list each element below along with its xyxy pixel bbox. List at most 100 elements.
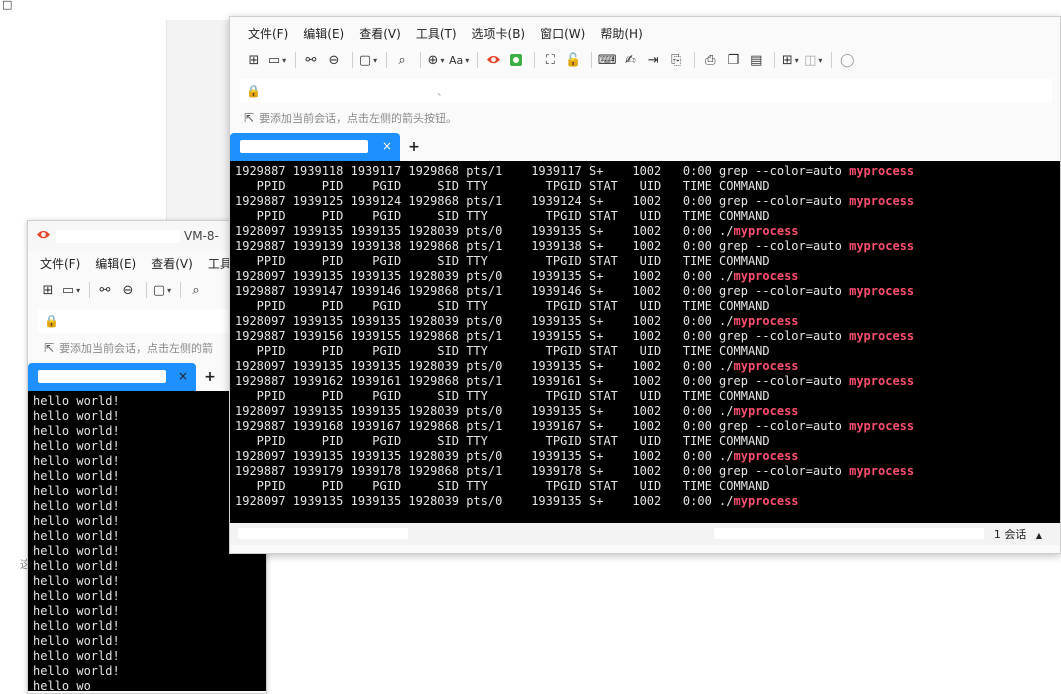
log-icon[interactable]: ⎙ <box>700 49 720 71</box>
new-tab-button[interactable]: + <box>196 363 224 391</box>
chevron-up-icon[interactable]: ▲ <box>1036 531 1042 540</box>
terminal-line: hello world! <box>33 499 120 513</box>
terminal-line: hello world! <box>33 604 120 618</box>
terminal-line: 1929887 1939139 1939138 1929868 pts/1 19… <box>235 239 1055 254</box>
menu-edit[interactable]: 编辑(E) <box>303 25 344 42</box>
terminal-highlight: myprocess <box>849 164 915 178</box>
unlink-icon[interactable]: ⊖ <box>324 49 344 71</box>
compose-icon[interactable]: ✍ <box>620 49 640 71</box>
terminal-line: hello world! <box>33 559 120 573</box>
terminal-line-text: 1929887 1939156 1939155 1929868 pts/1 19… <box>235 329 850 343</box>
menubar: 文件(F) 编辑(E) 查看(V) 工具(T) 选项卡(B) 窗口(W) 帮助(… <box>230 21 1060 45</box>
menu-help[interactable]: 帮助(H) <box>600 25 642 42</box>
terminal-highlight: myprocess <box>849 284 915 298</box>
toolbar-divider <box>146 282 147 298</box>
terminal-highlight: myprocess <box>733 494 799 508</box>
terminal-line: 1929887 1939156 1939155 1929868 pts/1 19… <box>235 329 1055 344</box>
menu-window[interactable]: 窗口(W) <box>540 25 585 42</box>
globe-icon[interactable]: ⊕ ▾ <box>426 49 446 71</box>
terminal-line-text: 1928097 1939135 1939135 1928039 pts/0 19… <box>235 449 734 463</box>
menu-tools[interactable]: 工具(T) <box>416 25 457 42</box>
address-bar[interactable]: 🔒 、 <box>240 79 1052 103</box>
add-session-arrow-icon[interactable]: ⇱ <box>244 111 254 125</box>
add-session-arrow-icon[interactable]: ⇱ <box>44 341 54 355</box>
terminal-line: 1928097 1939135 1939135 1928039 pts/0 19… <box>235 359 1055 374</box>
terminal-line: 1928097 1939135 1939135 1928039 pts/0 19… <box>235 224 1055 239</box>
tab-bar: × + <box>230 133 1060 161</box>
note-icon[interactable]: ▤ <box>746 49 766 71</box>
new-session-icon[interactable]: ⊞ <box>244 49 264 71</box>
hint-bar: ⇱ 要添加当前会话，点击左侧的箭头按钮。 <box>230 103 1060 133</box>
terminal-highlight: myprocess <box>733 359 799 373</box>
terminal-line-text: PPID PID PGID SID TTY TPGID STAT UID TIM… <box>235 299 770 313</box>
menu-edit[interactable]: 编辑(E) <box>95 255 136 272</box>
terminal-line: 1929887 1939179 1939178 1929868 pts/1 19… <box>235 464 1055 479</box>
terminal-highlight: myprocess <box>849 194 915 208</box>
terminal-output[interactable]: 1929887 1939118 1939117 1929868 pts/1 19… <box>230 161 1060 523</box>
session-tab[interactable]: × <box>230 133 400 161</box>
xshell-logo-icon <box>37 230 50 239</box>
terminal-line-text: 1928097 1939135 1939135 1928039 pts/0 19… <box>235 314 734 328</box>
search-icon[interactable]: ⌕ <box>392 49 412 71</box>
open-folder-icon[interactable]: ▭ ▾ <box>267 49 287 71</box>
desktop-background <box>166 20 230 220</box>
unlink-icon[interactable]: ⊖ <box>118 279 138 301</box>
session-manager-icon[interactable]: ▢ ▾ <box>152 279 172 301</box>
toolbar-divider <box>774 52 776 68</box>
address-bar[interactable]: 🔒 <box>38 309 258 333</box>
open-folder-icon[interactable]: ▭ ▾ <box>61 279 81 301</box>
add-pane-icon[interactable]: ⊞ ▾ <box>780 49 800 71</box>
terminal-line: hello world! <box>33 574 120 588</box>
new-session-icon[interactable]: ⊞ <box>38 279 58 301</box>
toolbar-divider <box>694 52 696 68</box>
layout-icon[interactable]: ◫ ▾ <box>803 49 823 71</box>
toolbar-divider <box>352 52 353 68</box>
terminal-line: hello world! <box>33 394 120 408</box>
close-icon[interactable]: × <box>382 139 392 153</box>
hint-text: 要添加当前会话，点击左侧的箭 <box>59 342 214 355</box>
keyboard-icon[interactable]: ⌨ <box>597 49 617 71</box>
send-icon[interactable]: ⇥ <box>643 49 663 71</box>
terminal-line: 1929887 1939147 1939146 1929868 pts/1 19… <box>235 284 1055 299</box>
close-icon[interactable]: × <box>178 369 188 383</box>
link-icon[interactable]: ⚯ <box>301 49 321 71</box>
menu-view[interactable]: 查看(V) <box>151 255 193 272</box>
menu-file[interactable]: 文件(F) <box>248 25 288 42</box>
new-tab-button[interactable]: + <box>400 133 428 161</box>
terminal-highlight: myprocess <box>733 269 799 283</box>
font-icon[interactable]: Aa ▾ <box>449 49 469 71</box>
window-title: VM-8- <box>184 229 219 243</box>
session-tab[interactable]: × <box>28 363 196 391</box>
script-icon[interactable]: ⎘ <box>666 49 686 71</box>
terminal-line-text: PPID PID PGID SID TTY TPGID STAT UID TIM… <box>235 479 770 493</box>
terminal-line: PPID PID PGID SID TTY TPGID STAT UID TIM… <box>235 209 1055 224</box>
terminal-line: PPID PID PGID SID TTY TPGID STAT UID TIM… <box>235 344 1055 359</box>
lock-icon[interactable]: 🔓 <box>563 49 583 71</box>
toolbar-divider <box>477 52 479 68</box>
menu-view[interactable]: 查看(V) <box>359 25 401 42</box>
copy-icon[interactable]: ❐ <box>723 49 743 71</box>
toolbar-divider <box>89 282 90 298</box>
terminal-line: 1929887 1939168 1939167 1929868 pts/1 19… <box>235 419 1055 434</box>
terminal-highlight: myprocess <box>733 449 799 463</box>
link-icon[interactable]: ⚯ <box>95 279 115 301</box>
session-manager-icon[interactable]: ▢ ▾ <box>358 49 378 71</box>
terminal-line: hello world! <box>33 439 120 453</box>
terminal-line: hello wo <box>33 679 91 691</box>
toolbar-divider <box>591 52 593 68</box>
terminal-line: 1928097 1939135 1939135 1928039 pts/0 19… <box>235 404 1055 419</box>
terminal-highlight: myprocess <box>733 404 799 418</box>
status-bar: 1 会话 ▲ <box>230 523 1060 545</box>
terminal-line-text: PPID PID PGID SID TTY TPGID STAT UID TIM… <box>235 344 770 358</box>
xftp-icon[interactable] <box>506 49 526 71</box>
fullscreen-icon[interactable]: ⛶ <box>540 49 560 71</box>
xshell-logo-icon[interactable] <box>483 49 503 71</box>
chat-icon[interactable]: ◯ <box>837 49 857 71</box>
terminal-line-text: 1929887 1939147 1939146 1929868 pts/1 19… <box>235 284 850 298</box>
menu-file[interactable]: 文件(F) <box>40 255 80 272</box>
search-icon[interactable]: ⌕ <box>186 279 206 301</box>
menu-tabs[interactable]: 选项卡(B) <box>472 25 526 42</box>
terminal-highlight: myprocess <box>849 419 915 433</box>
session-count[interactable]: 1 会话 ▲ <box>994 526 1042 542</box>
terminal-highlight: myprocess <box>849 329 915 343</box>
